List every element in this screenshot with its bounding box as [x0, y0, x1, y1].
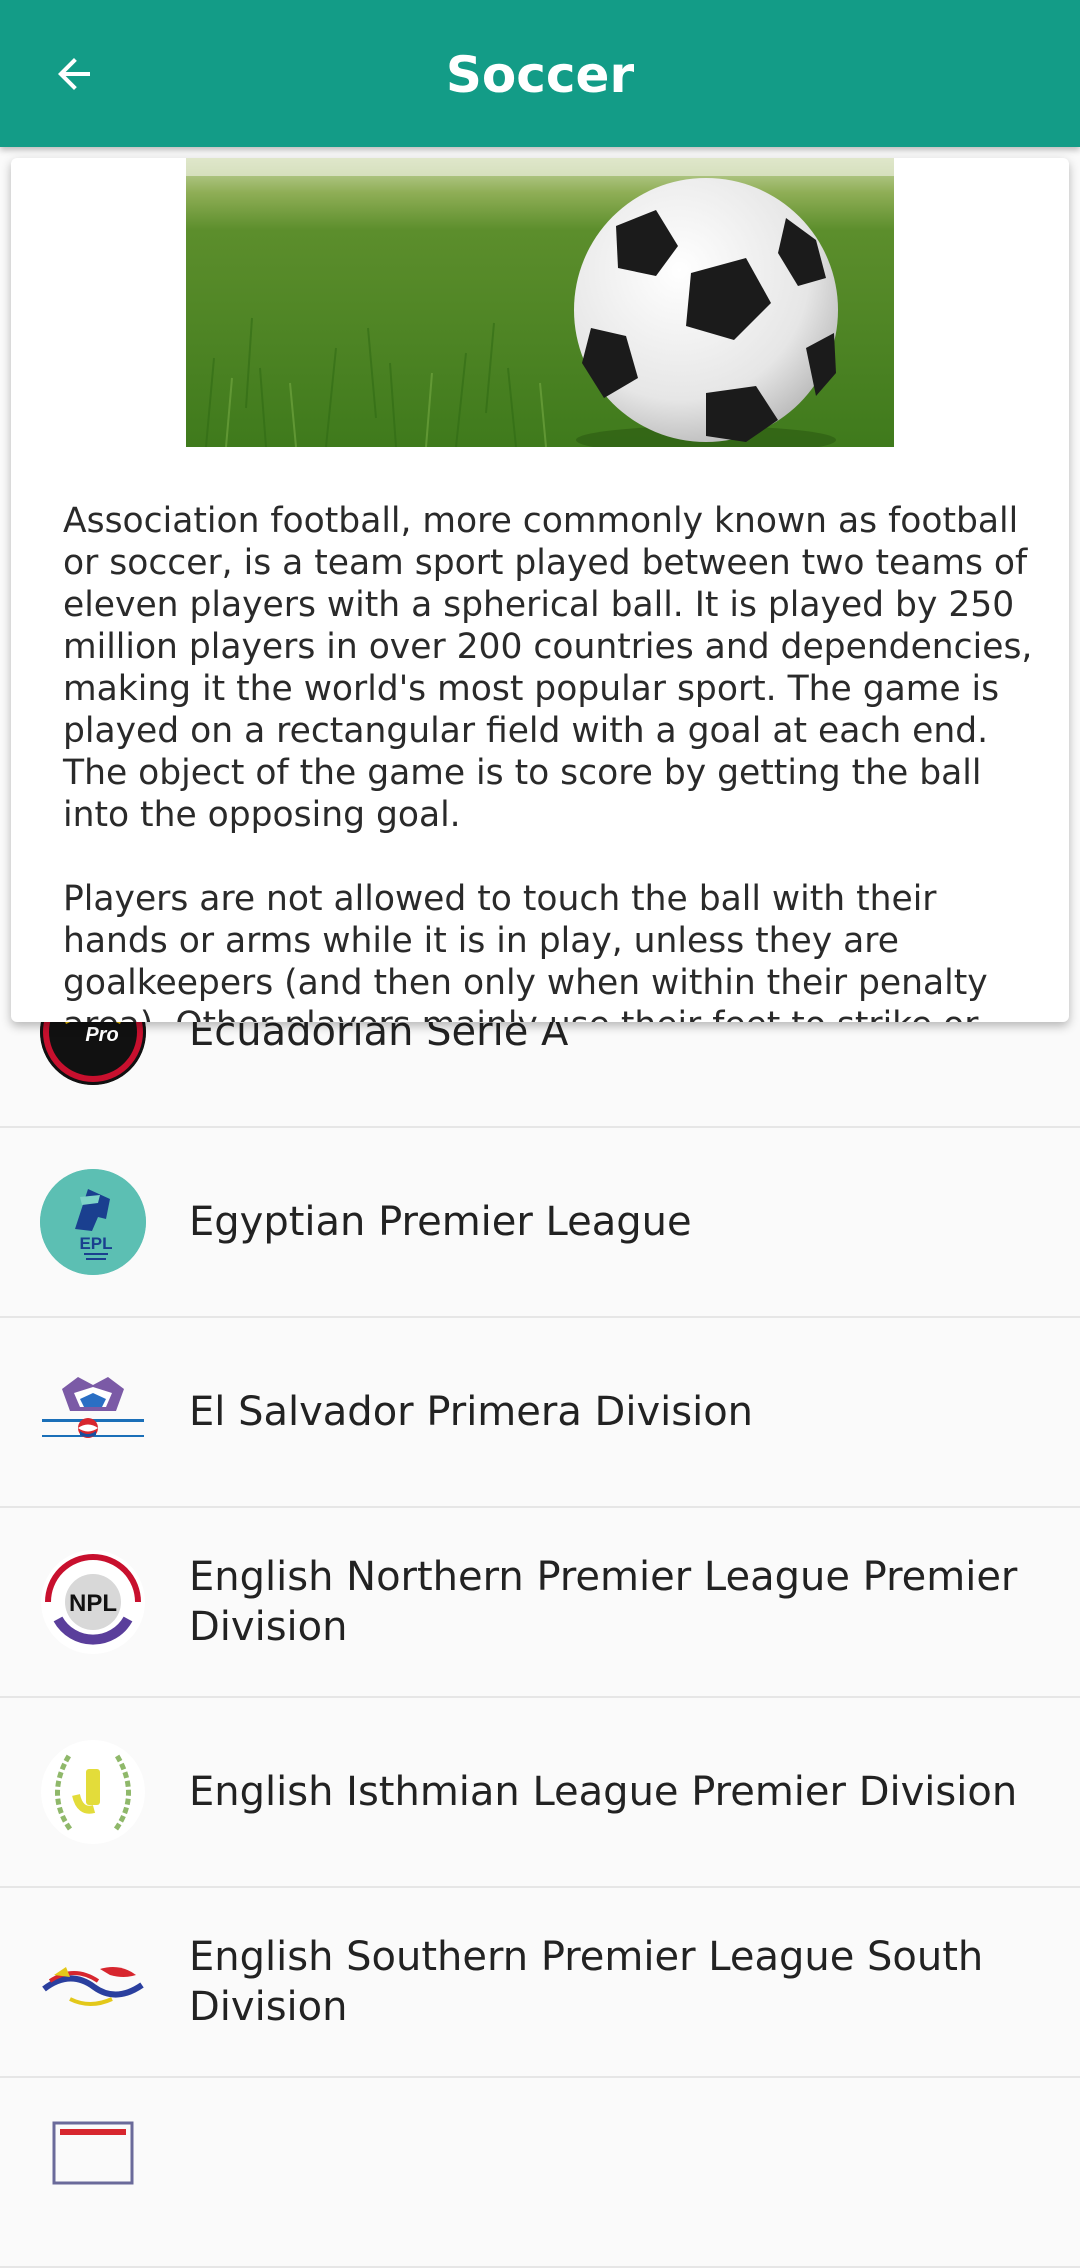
svg-text:NPL: NPL — [69, 1590, 117, 1617]
arrow-left-icon — [58, 58, 90, 90]
description-paragraph: Association football, more commonly know… — [63, 501, 1033, 835]
svg-text:Pro: Pro — [85, 1024, 118, 1046]
league-name: English Southern Premier League South Di… — [189, 1934, 984, 2030]
sport-description-card[interactable]: Association football, more commonly know… — [11, 158, 1069, 1022]
egyptian-premier-league-logo: EPL — [40, 1169, 146, 1275]
page-title: Soccer — [445, 46, 635, 104]
sport-description: Association football, more commonly know… — [63, 500, 1038, 1022]
el-salvador-primera-logo — [40, 1359, 146, 1465]
southern-league-logo — [40, 1929, 146, 2035]
partial-next-logo — [40, 2119, 146, 2225]
league-name: English Northern Premier League Premier … — [189, 1554, 1018, 1650]
soccer-ball-on-grass-image — [186, 158, 894, 447]
league-list[interactable]: Pro Ecuadorian Serie A EPL Egyptian Prem… — [0, 938, 1080, 2268]
list-item-english-southern-premier-league[interactable]: English Southern Premier League South Di… — [0, 1888, 1080, 2078]
svg-text:EPL: EPL — [79, 1234, 112, 1253]
list-item-el-salvador-primera-division[interactable]: El Salvador Primera Division — [0, 1318, 1080, 1508]
description-paragraph: Players are not allowed to touch the bal… — [63, 879, 988, 1022]
npl-logo: NPL — [40, 1549, 146, 1655]
league-name: Egyptian Premier League — [189, 1199, 692, 1245]
back-button[interactable] — [30, 30, 118, 118]
list-item-egyptian-premier-league[interactable]: EPL Egyptian Premier League — [0, 1128, 1080, 1318]
isthmian-league-logo — [40, 1739, 146, 1845]
league-name: English Isthmian League Premier Division — [189, 1769, 1018, 1815]
list-item-partial[interactable] — [0, 2078, 1080, 2268]
list-item-english-isthmian-league[interactable]: English Isthmian League Premier Division — [0, 1698, 1080, 1888]
list-item-english-northern-premier-league[interactable]: NPL English Northern Premier League Prem… — [0, 1508, 1080, 1698]
app-bar: Soccer — [0, 0, 1080, 147]
league-name — [189, 2078, 1020, 2266]
league-name: El Salvador Primera Division — [189, 1389, 754, 1435]
